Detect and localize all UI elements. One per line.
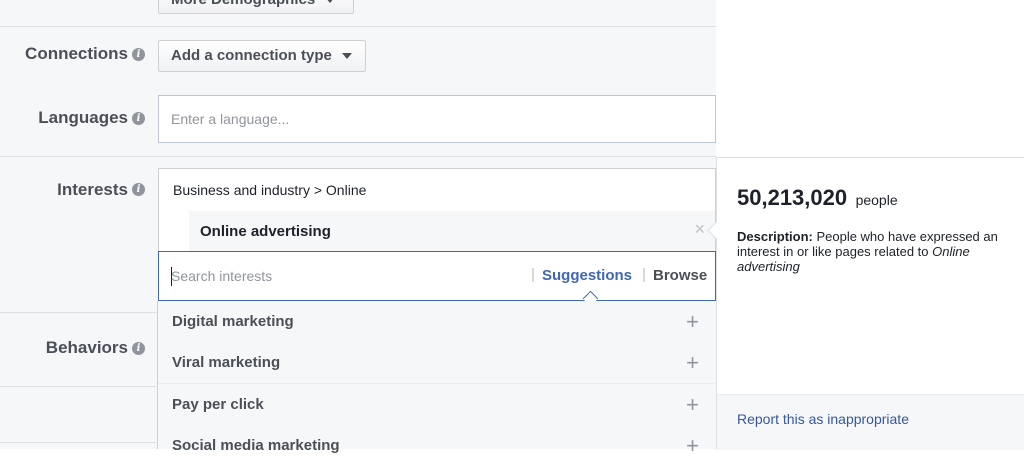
suggestion-label: Digital marketing xyxy=(172,313,294,330)
interests-label: Interests xyxy=(57,180,128,199)
divider xyxy=(0,386,158,387)
list-item[interactable]: Digital marketing + xyxy=(158,301,715,343)
plus-icon[interactable]: + xyxy=(686,425,699,467)
divider xyxy=(0,312,158,313)
add-connection-type-button[interactable]: Add a connection type xyxy=(158,40,366,72)
interests-box: Business and industry > Online Online ad… xyxy=(158,168,716,253)
info-icon[interactable]: i xyxy=(132,48,145,61)
selected-interest-chip: Online advertising × xyxy=(189,211,715,253)
behaviors-label: Behaviors xyxy=(45,338,128,357)
suggestion-label: Viral marketing xyxy=(172,354,281,371)
search-interests-field: Search interests | Suggestions | Browse xyxy=(158,251,716,307)
close-icon[interactable]: × xyxy=(694,219,705,240)
more-demographics-label: More Demographics xyxy=(171,0,315,8)
search-interests-input[interactable]: Search interests xyxy=(171,252,531,300)
plus-icon[interactable]: + xyxy=(686,342,699,384)
more-demographics-button[interactable]: More Demographics xyxy=(158,0,354,14)
report-footer: Report this as inappropriate xyxy=(717,395,1024,450)
chevron-down-icon xyxy=(342,53,353,60)
audience-unit: people xyxy=(855,192,898,208)
interest-detail-panel: 50,213,020 people Description: People wh… xyxy=(707,157,1024,450)
tab-divider: | xyxy=(642,266,646,283)
divider xyxy=(0,26,716,27)
report-inappropriate-link[interactable]: Report this as inappropriate xyxy=(737,411,909,427)
divider xyxy=(0,156,716,157)
list-item[interactable]: Pay per click + xyxy=(158,384,715,426)
selected-interest-label: Online advertising xyxy=(200,223,331,240)
list-item[interactable]: Viral marketing + xyxy=(158,342,715,384)
info-icon[interactable]: i xyxy=(132,342,145,355)
chevron-down-icon xyxy=(325,0,336,4)
divider xyxy=(0,442,158,443)
interest-description: Description: People who have expressed a… xyxy=(737,229,1007,274)
list-item[interactable]: Social media marketing + xyxy=(158,425,715,458)
tab-suggestions[interactable]: Suggestions xyxy=(542,267,632,284)
info-icon[interactable]: i xyxy=(132,183,145,196)
suggestion-label: Pay per click xyxy=(172,396,264,413)
audience-size: 50,213,020 people xyxy=(737,185,898,211)
tab-divider: | xyxy=(531,266,535,283)
languages-label: Languages xyxy=(38,108,128,127)
audience-count: 50,213,020 xyxy=(737,185,848,210)
search-interests-placeholder: Search interests xyxy=(171,268,273,284)
description-label: Description: xyxy=(737,229,813,244)
plus-icon[interactable]: + xyxy=(686,301,699,343)
info-icon[interactable]: i xyxy=(132,112,145,125)
suggestion-label: Social media marketing xyxy=(172,437,340,454)
plus-icon[interactable]: + xyxy=(686,384,699,426)
language-placeholder: Enter a language... xyxy=(171,111,290,127)
add-connection-type-label: Add a connection type xyxy=(171,47,332,64)
language-input[interactable]: Enter a language... xyxy=(158,95,716,143)
interest-category-path: Business and industry > Online xyxy=(173,182,367,198)
tab-browse[interactable]: Browse xyxy=(653,267,707,284)
dropdown-border xyxy=(157,301,158,449)
connections-label: Connections xyxy=(25,44,128,63)
